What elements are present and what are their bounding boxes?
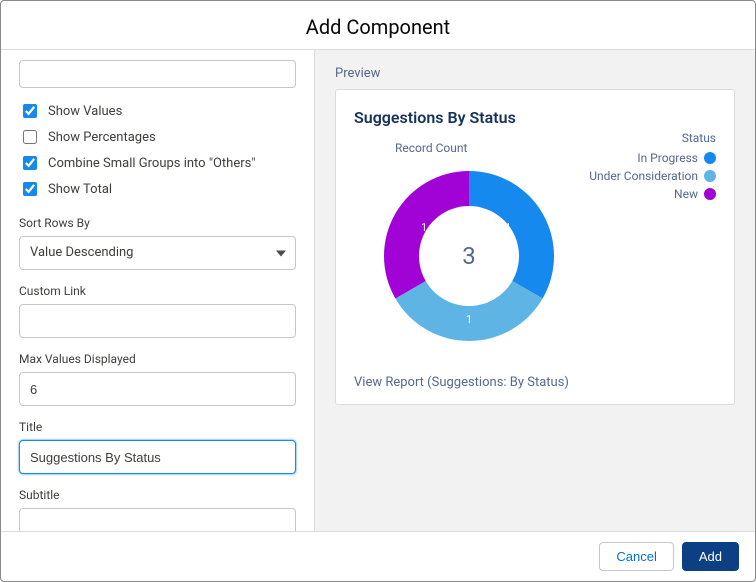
cancel-button[interactable]: Cancel xyxy=(599,542,673,571)
legend-dot-1 xyxy=(704,170,716,182)
add-button[interactable]: Add xyxy=(682,542,739,571)
legend-item-1: Under Consideration xyxy=(589,167,716,185)
top-placeholder-input[interactable] xyxy=(19,60,296,88)
add-component-modal: Add Component Show Values Show Percentag… xyxy=(0,0,756,582)
donut-chart: 3 1 1 1 xyxy=(374,161,564,351)
title-label: Title xyxy=(19,420,296,434)
combine-small-checkbox[interactable] xyxy=(23,156,37,170)
legend-item-0: In Progress xyxy=(589,149,716,167)
preview-panel: Preview Suggestions By Status Record Cou… xyxy=(315,50,755,531)
show-values-checkbox[interactable] xyxy=(23,104,37,118)
modal-footer: Cancel Add xyxy=(1,531,755,581)
max-values-label: Max Values Displayed xyxy=(19,352,296,366)
sort-select-wrap[interactable]: Value Descending xyxy=(19,236,296,270)
chart-legend: Status In Progress Under Consideration N… xyxy=(589,131,716,203)
max-values-input[interactable] xyxy=(19,372,296,406)
show-total-row[interactable]: Show Total xyxy=(19,176,296,202)
show-values-label: Show Values xyxy=(48,104,122,119)
show-total-checkbox[interactable] xyxy=(23,182,37,196)
custom-link-input[interactable] xyxy=(19,304,296,338)
sort-select[interactable]: Value Descending xyxy=(19,236,296,270)
sort-label: Sort Rows By xyxy=(19,216,296,230)
legend-dot-2 xyxy=(704,188,716,200)
preview-card-title: Suggestions By Status xyxy=(354,108,716,127)
combine-small-row[interactable]: Combine Small Groups into "Others" xyxy=(19,150,296,176)
config-panel: Show Values Show Percentages Combine Sma… xyxy=(1,50,315,531)
legend-item-1-label: Under Consideration xyxy=(589,169,698,183)
chart-metric-label: Record Count xyxy=(395,141,467,155)
preview-label: Preview xyxy=(335,66,735,81)
show-percentages-row[interactable]: Show Percentages xyxy=(19,124,296,150)
show-percentages-checkbox[interactable] xyxy=(23,130,37,144)
title-input[interactable] xyxy=(19,440,296,474)
legend-dot-0 xyxy=(704,152,716,164)
show-values-row[interactable]: Show Values xyxy=(19,98,296,124)
legend-title: Status xyxy=(589,131,716,145)
modal-body: Show Values Show Percentages Combine Sma… xyxy=(1,50,755,531)
legend-item-2-label: New xyxy=(674,187,698,201)
subtitle-label: Subtitle xyxy=(19,488,296,502)
preview-card: Suggestions By Status Record Count Statu… xyxy=(335,89,735,405)
subtitle-input[interactable] xyxy=(19,508,296,531)
legend-item-2: New xyxy=(589,185,716,203)
legend-item-0-label: In Progress xyxy=(637,151,698,165)
custom-link-label: Custom Link xyxy=(19,284,296,298)
slice-value-0: 1 xyxy=(505,221,511,234)
show-percentages-label: Show Percentages xyxy=(48,130,156,145)
modal-title: Add Component xyxy=(1,1,755,50)
show-total-label: Show Total xyxy=(48,182,112,197)
chart-area: Record Count Status In Progress Under Co… xyxy=(354,131,716,361)
view-report-link[interactable]: View Report (Suggestions: By Status) xyxy=(354,375,716,390)
slice-value-2: 1 xyxy=(421,221,427,234)
slice-value-1: 1 xyxy=(466,313,472,326)
combine-small-label: Combine Small Groups into "Others" xyxy=(48,156,256,171)
